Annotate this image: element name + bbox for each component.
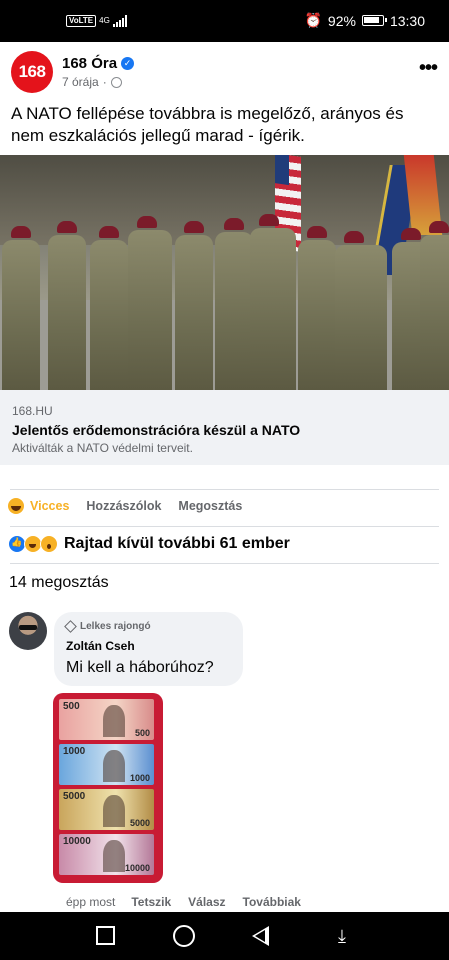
- soldier-figure: [215, 218, 253, 390]
- banknote-value-corner: 500: [134, 728, 150, 738]
- home-icon[interactable]: [173, 925, 195, 947]
- post-text: A NATO fellépése továbbra is megelőző, a…: [11, 104, 404, 145]
- signal-icon: [112, 15, 127, 27]
- banknote-value: 500: [63, 701, 80, 712]
- signal-group: VoLTE 4G: [66, 15, 127, 27]
- status-bar: VoLTE 4G ⏰ 92% 13:30: [0, 0, 449, 42]
- reaction-button[interactable]: Vicces: [30, 499, 69, 513]
- post-time[interactable]: 7 órája ·: [62, 75, 122, 89]
- banknote-value: 1000: [63, 746, 86, 757]
- page-name[interactable]: 168 Óra ✓: [62, 55, 135, 72]
- banknote-value: 5000: [63, 791, 86, 802]
- comment-button[interactable]: Hozzászólok: [86, 499, 161, 513]
- link-preview-meta[interactable]: 168.HU Jelentős erődemonstrációra készül…: [0, 390, 449, 465]
- diamond-icon: [64, 620, 77, 633]
- divider: [10, 563, 439, 564]
- shares-count[interactable]: 14 megosztás: [9, 574, 109, 592]
- link-title[interactable]: Jelentős erődemonstrációra készül a NATO: [12, 422, 437, 438]
- battery-percent: 92%: [327, 12, 356, 29]
- comment-author[interactable]: Zoltán Cseh: [66, 639, 231, 653]
- page-name-text[interactable]: 168 Óra: [62, 55, 117, 72]
- more-options-icon[interactable]: •••: [419, 58, 438, 78]
- commenter-avatar[interactable]: [9, 612, 47, 650]
- recents-icon[interactable]: [96, 926, 115, 945]
- back-icon[interactable]: [252, 926, 269, 946]
- banknote-10000: 10000 10000: [59, 834, 154, 875]
- banknote-portrait: [103, 750, 125, 782]
- link-description: Aktiválták a NATO védelmi terveit.: [12, 441, 193, 455]
- reactions-count-text[interactable]: Rajtad kívül további 61 ember: [64, 535, 290, 553]
- link-preview-image[interactable]: [0, 155, 449, 390]
- status-right: ⏰ 92% 13:30: [304, 12, 425, 29]
- soldier-figure: [250, 214, 296, 390]
- action-row: Vicces Hozzászólok Megosztás: [8, 498, 259, 514]
- comment-actions: épp most Tetszik Válasz Továbbiak: [66, 895, 318, 909]
- soldier-figure: [298, 226, 336, 390]
- fan-badge-text: Lelkes rajongó: [80, 621, 151, 632]
- banknote-value-corner: 5000: [129, 818, 150, 828]
- link-domain: 168.HU: [12, 404, 53, 418]
- soldier-figure: [175, 221, 213, 390]
- comment-text: Mi kell a háborúhoz?: [66, 659, 214, 676]
- banknote-value-corner: 10000: [124, 863, 150, 873]
- navigation-bar: ⤓: [0, 912, 449, 960]
- notification-pulldown-icon[interactable]: ⤓: [331, 925, 353, 947]
- banknote-5000: 5000 5000: [59, 789, 154, 830]
- fan-badge: Lelkes rajongó: [64, 620, 231, 633]
- wow-reaction-icon: [40, 535, 58, 553]
- reactions-summary[interactable]: Rajtad kívül további 61 ember: [8, 535, 290, 553]
- dot-separator: ·: [102, 75, 107, 89]
- like-comment-button[interactable]: Tetszik: [131, 895, 171, 909]
- soldier-figure: [420, 221, 449, 390]
- verified-icon: ✓: [121, 57, 135, 70]
- divider: [10, 526, 439, 527]
- post-header: 168 168 Óra ✓ 7 órája · •••: [0, 48, 449, 98]
- banknote-portrait: [103, 705, 125, 737]
- banknote-value: 10000: [63, 836, 91, 847]
- banknote-1000: 1000 1000: [59, 744, 154, 785]
- alarm-icon: ⏰: [304, 12, 322, 28]
- clock: 13:30: [389, 12, 425, 29]
- battery-icon: [361, 15, 387, 26]
- comment-photo[interactable]: 500 500 1000 1000 5000 5000 10000 10000: [53, 693, 163, 883]
- banknote-value-corner: 1000: [129, 773, 150, 783]
- share-button[interactable]: Megosztás: [178, 499, 242, 513]
- soldier-figure: [48, 221, 86, 390]
- soldier-figure: [128, 216, 172, 390]
- volte-indicator: VoLTE: [66, 15, 97, 27]
- reply-button[interactable]: Válasz: [188, 895, 225, 909]
- network-type: 4G: [99, 16, 110, 25]
- comment-timestamp: épp most: [66, 895, 116, 909]
- banknote-500: 500 500: [59, 699, 154, 740]
- banknote-portrait: [103, 795, 125, 827]
- divider: [10, 489, 439, 490]
- post-time-text[interactable]: 7 órája: [62, 75, 99, 89]
- soldier-figure: [2, 226, 40, 390]
- globe-icon: [110, 76, 122, 88]
- more-comment-button[interactable]: Továbbiak: [243, 895, 301, 909]
- soldier-figure: [335, 231, 387, 390]
- banknote-portrait: [103, 840, 125, 872]
- page-avatar[interactable]: 168: [11, 51, 53, 93]
- haha-reaction-icon[interactable]: [8, 498, 24, 514]
- comment-bubble[interactable]: Lelkes rajongó Zoltán Cseh Mi kell a háb…: [54, 612, 243, 686]
- soldier-figure: [90, 226, 128, 390]
